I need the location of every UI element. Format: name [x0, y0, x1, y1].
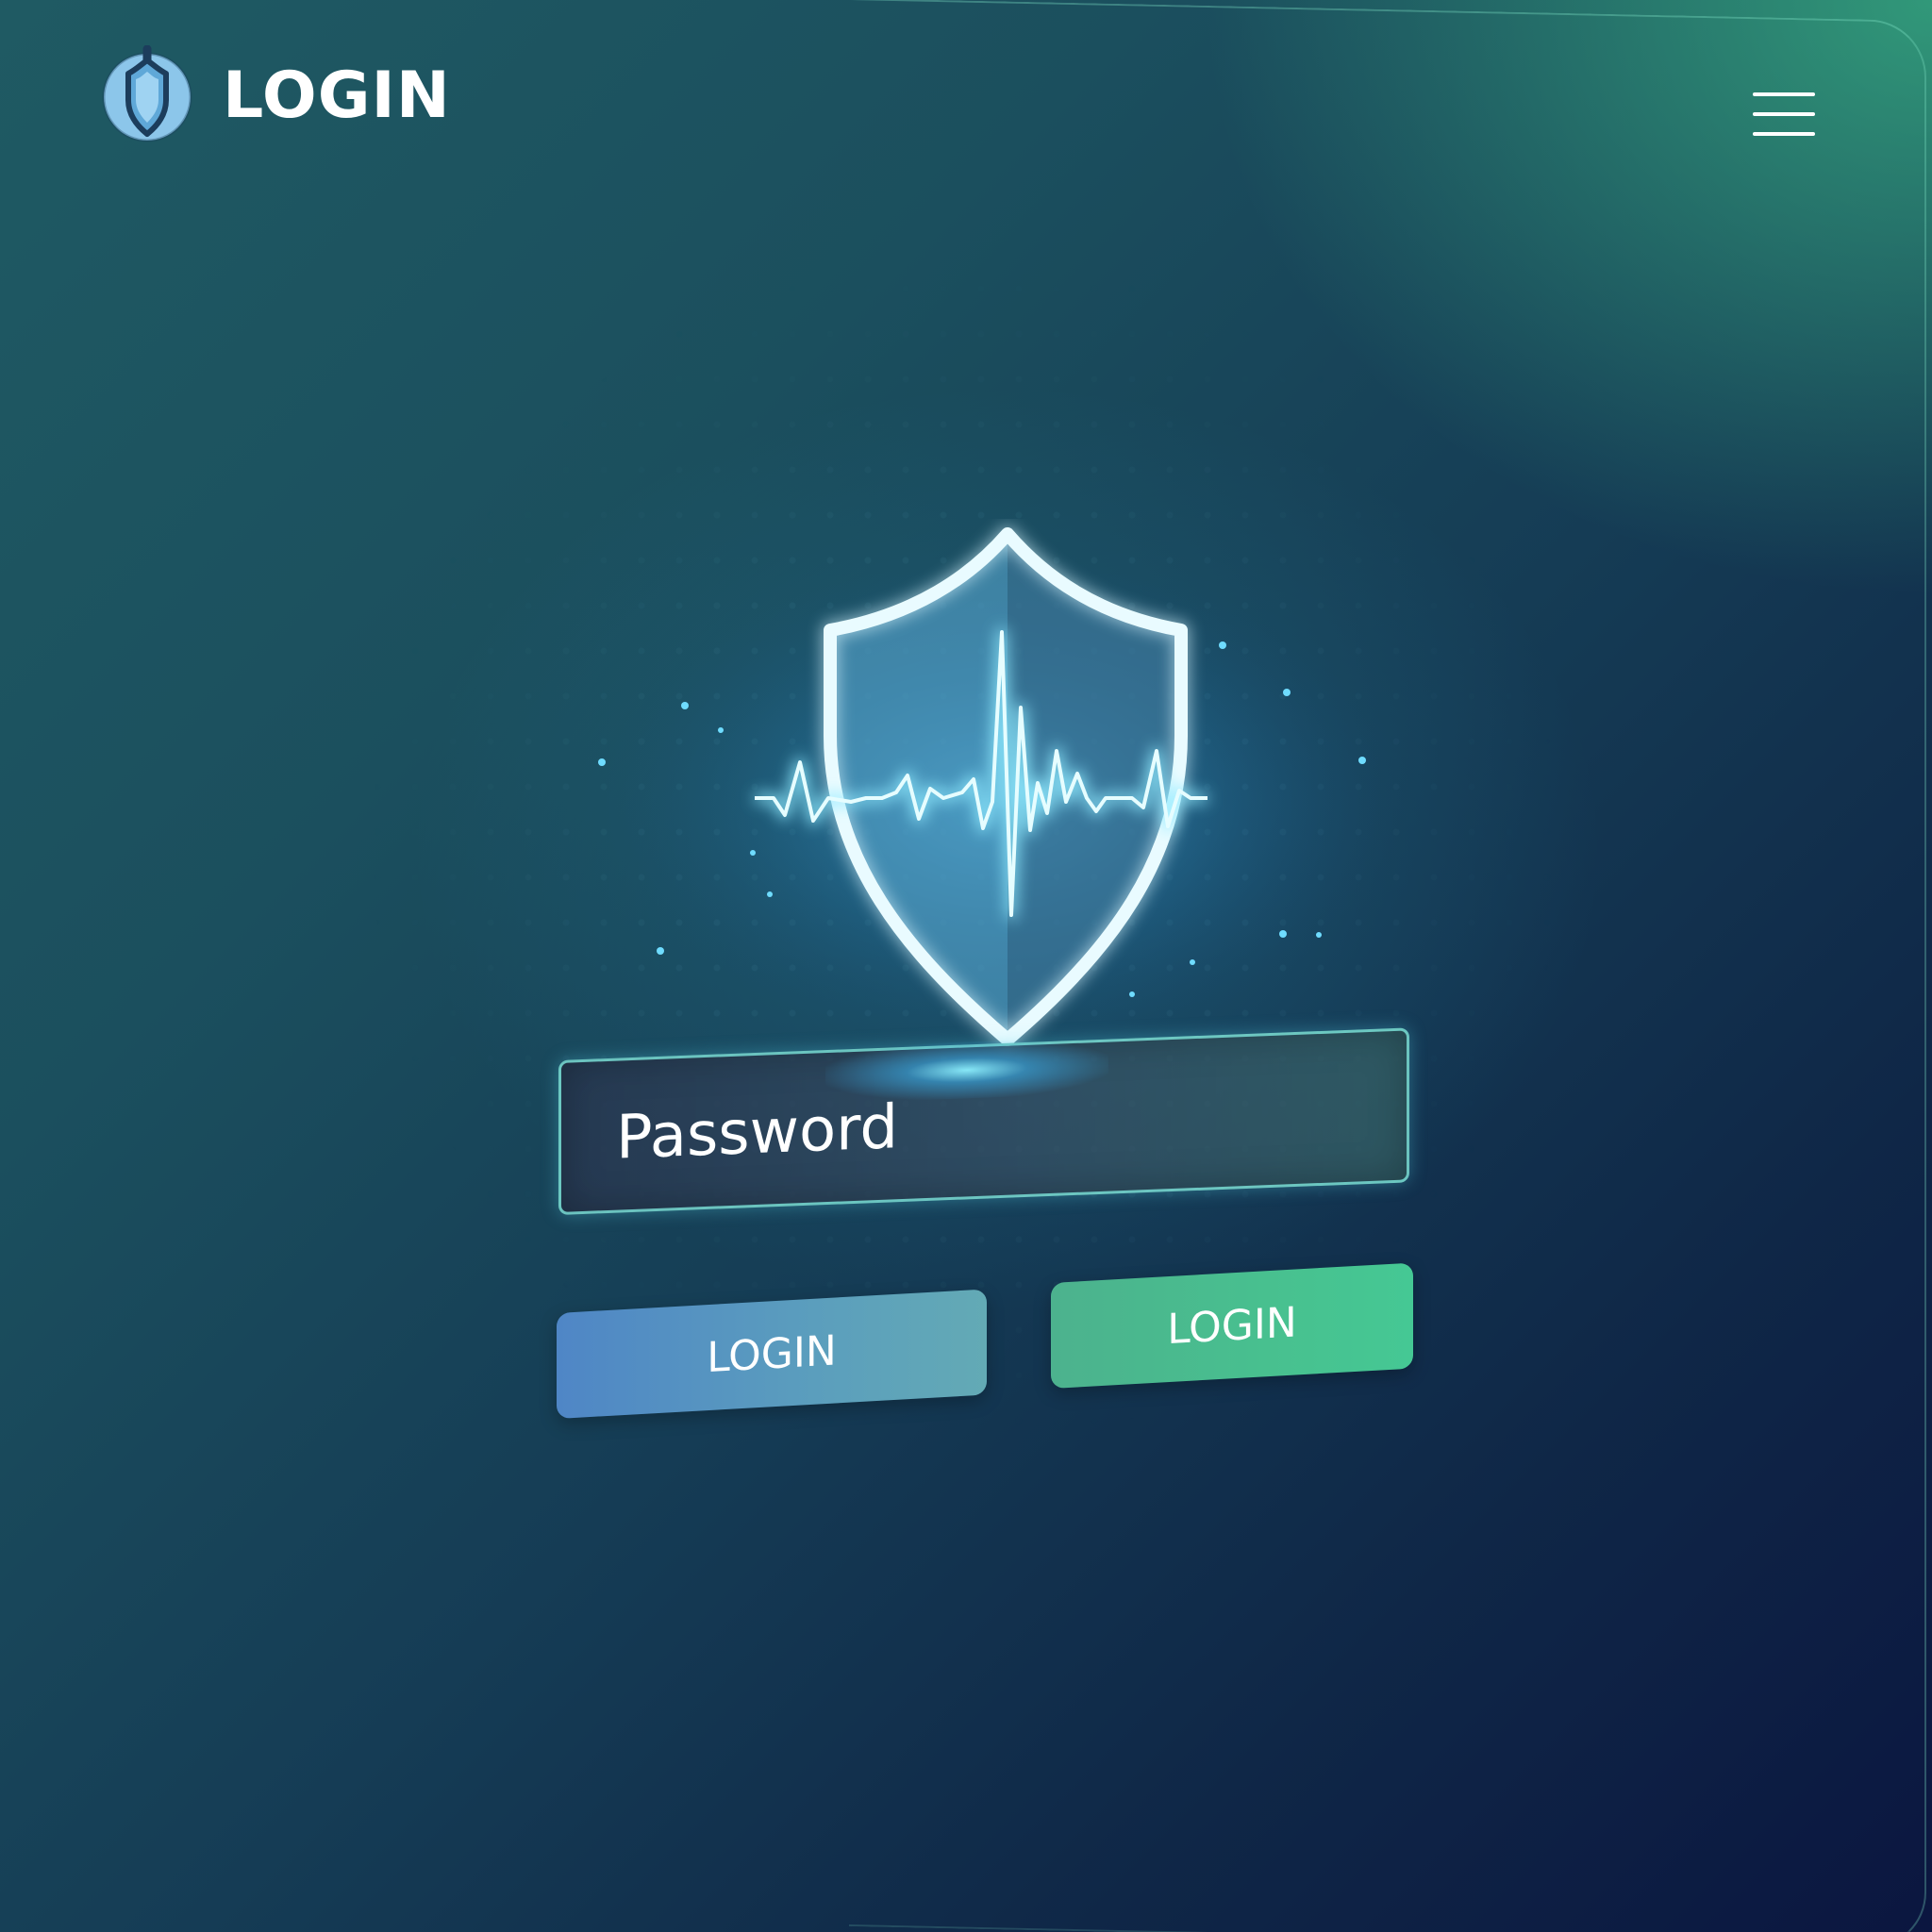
menu-button[interactable] [1751, 87, 1817, 147]
shield-pulse-icon [443, 525, 1528, 1048]
password-field[interactable]: Password [558, 1027, 1409, 1215]
header-brand: LOGIN [100, 45, 451, 147]
page-title: LOGIN [223, 58, 451, 133]
login-screen: LOGIN Password LOGIN LOGIN [0, 0, 1932, 1932]
password-placeholder: Password [616, 1092, 898, 1174]
shield-icon [102, 45, 192, 142]
login-button-right[interactable]: LOGIN [1051, 1262, 1413, 1389]
login-button-left[interactable]: LOGIN [557, 1289, 987, 1419]
